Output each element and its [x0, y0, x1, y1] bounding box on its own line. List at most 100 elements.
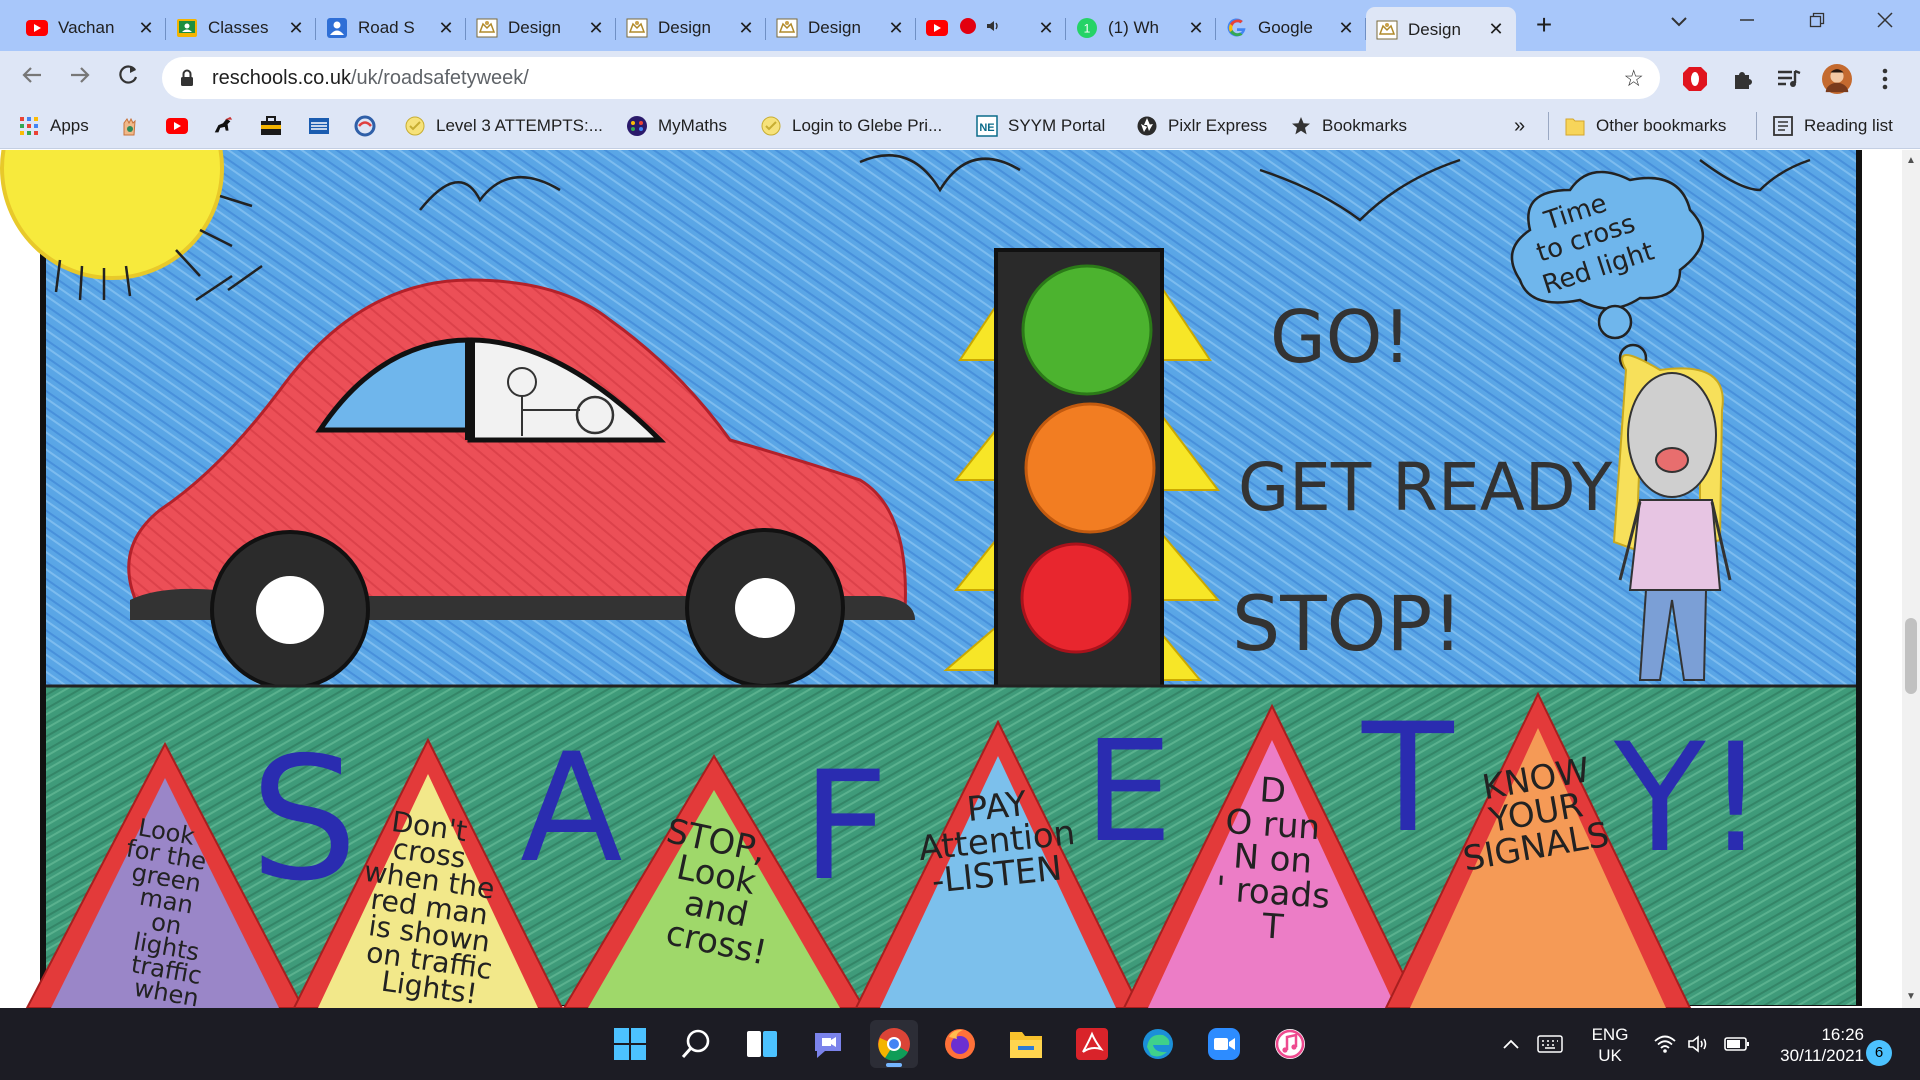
- keyboard-icon[interactable]: [1534, 1008, 1566, 1080]
- bookmark-item[interactable]: [354, 104, 386, 148]
- browser-tab[interactable]: 1 (1) Wh ✕: [1066, 8, 1216, 48]
- tab-list: Vachan ✕ Classes ✕ Road S ✕ Design ✕ Design ✕ Desi…: [16, 6, 1516, 52]
- browser-tab[interactable]: Google ✕: [1216, 8, 1366, 48]
- browser-tab[interactable]: Vachan ✕: [16, 8, 166, 48]
- bookmarks-separator: [1756, 112, 1757, 140]
- minimize-button[interactable]: [1712, 0, 1782, 44]
- chrome-icon[interactable]: [870, 1020, 918, 1068]
- widgets-icon[interactable]: [738, 1020, 786, 1068]
- get-ready-text: GET READY: [1238, 449, 1613, 526]
- bookmark-label: Level 3 ATTEMPTS:...: [436, 116, 603, 135]
- bookmark-item[interactable]: NE SYYM Portal: [976, 104, 1105, 148]
- tab-search-button[interactable]: [1644, 0, 1714, 44]
- speaker-icon[interactable]: [986, 18, 1002, 38]
- safety-letter: E: [1084, 711, 1172, 874]
- scroll-thumb[interactable]: [1905, 618, 1917, 694]
- crest-icon: [626, 17, 648, 39]
- profile-avatar[interactable]: [1822, 64, 1852, 94]
- browser-tab[interactable]: Design ✕: [466, 8, 616, 48]
- url-domain: reschools.co.uk: [212, 67, 351, 89]
- close-tab-icon[interactable]: ✕: [586, 18, 606, 39]
- browser-tab[interactable]: ✕: [916, 8, 1066, 48]
- reload-button[interactable]: [110, 61, 146, 97]
- edge-icon[interactable]: [1134, 1020, 1182, 1068]
- reading-list-label: Reading list: [1804, 116, 1893, 135]
- windows-start-icon[interactable]: [606, 1020, 654, 1068]
- tab-strip: Vachan ✕ Classes ✕ Road S ✕ Design ✕ Design ✕ Desi…: [0, 0, 1920, 52]
- bookmark-item[interactable]: [166, 104, 198, 148]
- close-tab-icon[interactable]: ✕: [436, 18, 456, 39]
- go-text: GO!: [1270, 295, 1411, 379]
- itunes-icon[interactable]: [1266, 1020, 1314, 1068]
- opera-extension-icon[interactable]: [1680, 64, 1710, 94]
- mymaths-icon: [626, 115, 648, 137]
- swirl-icon: [354, 115, 376, 137]
- bookmark-label: Bookmarks: [1322, 116, 1408, 135]
- browser-tab[interactable]: Classes ✕: [166, 8, 316, 48]
- extensions-puzzle-icon[interactable]: [1728, 64, 1758, 94]
- media-control-icon[interactable]: [1774, 64, 1804, 94]
- bookmarks-overflow-button[interactable]: »: [1514, 104, 1525, 148]
- close-tab-icon[interactable]: ✕: [736, 18, 756, 39]
- close-tab-icon[interactable]: ✕: [886, 18, 906, 39]
- show-hidden-icons-chevron-up-icon[interactable]: [1496, 1008, 1526, 1080]
- browser-tab[interactable]: Design ✕: [766, 8, 916, 48]
- back-button[interactable]: [14, 61, 50, 97]
- wifi-icon[interactable]: [1650, 1008, 1680, 1080]
- bookmark-item[interactable]: Level 3 ATTEMPTS:...: [404, 104, 603, 148]
- bookmark-item[interactable]: Pixlr Express: [1136, 104, 1267, 148]
- bookmarks-bar: » Other bookmarks Reading list Apps Level…: [0, 104, 1920, 149]
- zoom-icon[interactable]: [1200, 1020, 1248, 1068]
- scroll-down-arrow-icon[interactable]: ▼: [1902, 988, 1920, 1006]
- vertical-scrollbar[interactable]: ▲ ▼: [1902, 150, 1920, 1008]
- bookmarks-separator: [1548, 112, 1549, 140]
- bookmark-star-icon[interactable]: ☆: [1623, 57, 1644, 99]
- notification-count-badge[interactable]: 6: [1866, 1040, 1892, 1066]
- bookmark-item[interactable]: MyMaths: [626, 104, 727, 148]
- tab-title: (1) Wh: [1108, 18, 1159, 37]
- bookmark-label: Login to Glebe Pri...: [792, 116, 943, 135]
- other-bookmarks-folder[interactable]: Other bookmarks: [1564, 104, 1726, 148]
- close-tab-icon[interactable]: ✕: [1486, 19, 1506, 40]
- scroll-up-arrow-icon[interactable]: ▲: [1902, 152, 1920, 170]
- safety-letter: F: [802, 740, 888, 914]
- clock-date: 30/11/2021: [1780, 1046, 1864, 1065]
- close-window-button[interactable]: [1850, 0, 1920, 44]
- bookmark-item[interactable]: [212, 104, 244, 148]
- address-bar[interactable]: reschools.co.uk/uk/roadsafetyweek/ ☆: [162, 57, 1660, 99]
- reading-list-button[interactable]: Reading list: [1772, 104, 1893, 148]
- close-tab-icon[interactable]: ✕: [1186, 18, 1206, 39]
- input-language[interactable]: ENG UK: [1575, 1024, 1645, 1066]
- close-tab-icon[interactable]: ✕: [286, 18, 306, 39]
- crest-icon: [476, 17, 498, 39]
- close-tab-icon[interactable]: ✕: [1336, 18, 1356, 39]
- acrobat-icon[interactable]: [1068, 1020, 1116, 1068]
- bookmark-item[interactable]: Bookmarks: [1290, 104, 1407, 148]
- volume-icon[interactable]: [1684, 1008, 1714, 1080]
- badge-icon: [760, 115, 782, 137]
- bookmark-item[interactable]: Login to Glebe Pri...: [760, 104, 942, 148]
- teams-chat-icon[interactable]: [804, 1020, 852, 1068]
- forward-button[interactable]: [62, 61, 98, 97]
- close-tab-icon[interactable]: ✕: [1036, 18, 1056, 39]
- bookmark-item[interactable]: [308, 104, 340, 148]
- firefox-icon[interactable]: [936, 1020, 984, 1068]
- aperture-icon: [1136, 115, 1158, 137]
- file-explorer-icon[interactable]: [1002, 1020, 1050, 1068]
- clock[interactable]: 16:26 30/11/2021: [1768, 1024, 1864, 1066]
- restore-button[interactable]: [1782, 0, 1852, 44]
- youtube-icon: [26, 17, 48, 39]
- browser-tab[interactable]: Design ✕: [1366, 7, 1516, 52]
- new-tab-button[interactable]: +: [1526, 8, 1562, 44]
- search-icon[interactable]: [672, 1020, 720, 1068]
- browser-tab[interactable]: Road S ✕: [316, 8, 466, 48]
- bookmark-item[interactable]: Apps: [18, 104, 89, 148]
- bookmark-item[interactable]: [260, 104, 292, 148]
- chrome-menu-button[interactable]: [1870, 64, 1900, 94]
- battery-icon[interactable]: [1720, 1008, 1754, 1080]
- folder-icon: [1564, 115, 1586, 137]
- reload-icon: [119, 65, 138, 84]
- browser-tab[interactable]: Design ✕: [616, 8, 766, 48]
- bookmark-item[interactable]: [118, 104, 150, 148]
- close-tab-icon[interactable]: ✕: [136, 18, 156, 39]
